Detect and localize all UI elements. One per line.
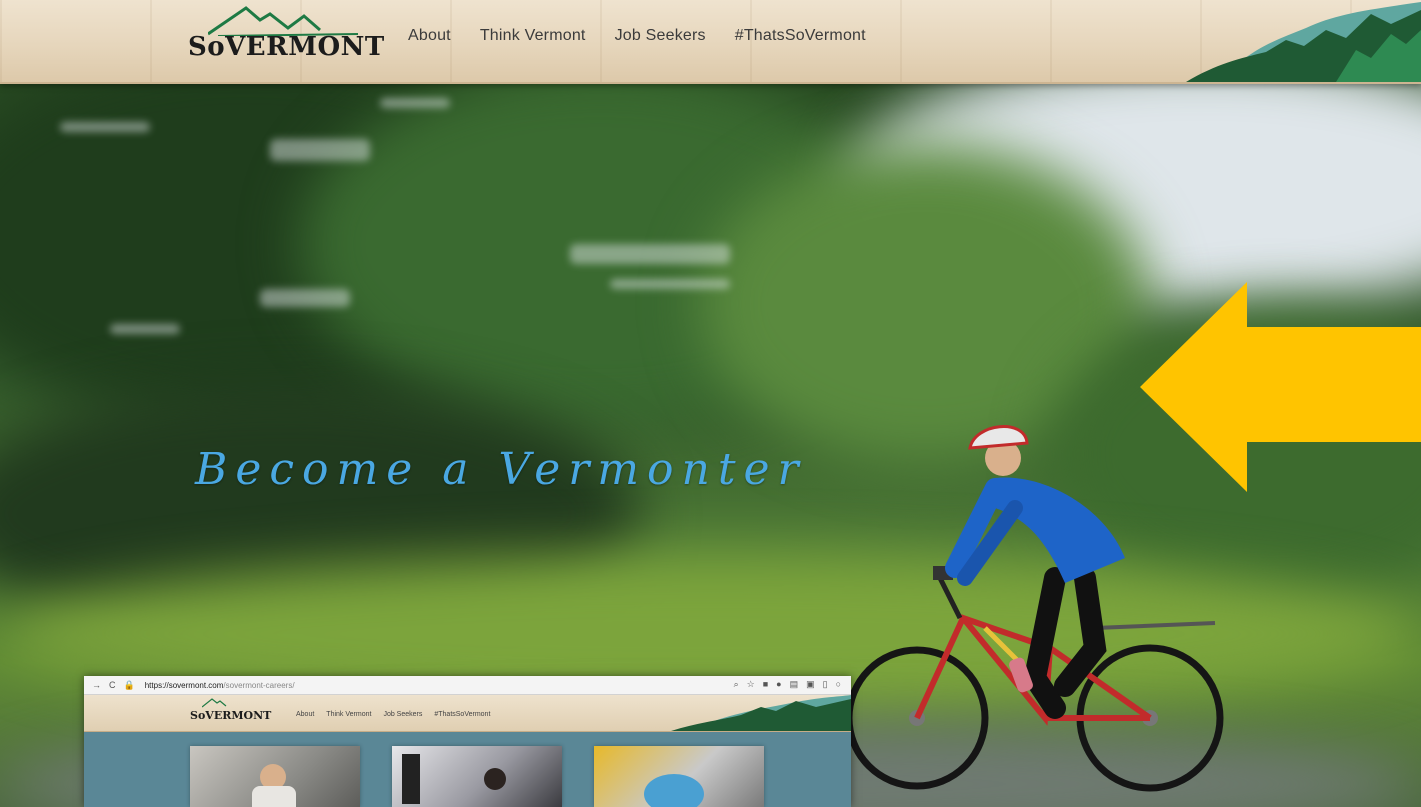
reload-icon[interactable]: C [109, 680, 116, 690]
nav-job-seekers[interactable]: Job Seekers [615, 27, 706, 45]
inset-nav: About Think Vermont Job Seekers #ThatsSo… [296, 711, 490, 718]
career-photo-office[interactable] [392, 746, 562, 807]
logo-text: SoVERMONT [188, 32, 385, 62]
browser-toolbar: → C 🔒 https://sovermont.com/sovermont-ca… [84, 676, 851, 695]
inset-nav-about[interactable]: About [296, 711, 314, 718]
inset-mountains-decoration [671, 695, 851, 731]
inset-logo-mountain-icon [202, 698, 227, 708]
inset-nav-thats-so-vermont[interactable]: #ThatsSoVermont [434, 711, 490, 718]
browser-tools: ⌕ ☆ ■ ● ▤ ▣ ▯ ○ [734, 679, 841, 690]
extension-icon[interactable]: ■ [763, 679, 768, 690]
hero-tagline: Become a Vermonter [195, 444, 807, 495]
star-icon[interactable]: ☆ [747, 679, 755, 690]
url-path: /sovermont-careers/ [223, 680, 295, 690]
cyclist-icon [845, 425, 1224, 792]
extension-icon[interactable]: ▯ [823, 679, 828, 690]
extension-icon[interactable]: ● [776, 679, 781, 690]
extension-icon[interactable]: ▤ [790, 679, 799, 690]
inset-nav-job-seekers[interactable]: Job Seekers [383, 711, 422, 718]
browser-screenshot-inset: → C 🔒 https://sovermont.com/sovermont-ca… [84, 676, 851, 807]
career-photo-lab[interactable] [190, 746, 360, 807]
header-mountains-decoration [1186, 2, 1421, 82]
main-nav: About Think Vermont Job Seekers #ThatsSo… [408, 27, 866, 45]
inset-logo-text[interactable]: SoVERMONT [190, 709, 271, 722]
career-photo-kitchen[interactable] [594, 746, 764, 807]
inset-nav-think-vermont[interactable]: Think Vermont [326, 711, 371, 718]
nav-think-vermont[interactable]: Think Vermont [480, 27, 586, 45]
url-host: https://sovermont.com [144, 680, 224, 690]
extension-icon[interactable]: ▣ [806, 679, 815, 690]
back-icon[interactable]: → [92, 680, 101, 690]
lock-icon: 🔒 [123, 679, 135, 690]
nav-about[interactable]: About [408, 27, 451, 45]
site-header: SoVERMONT About Think Vermont Job Seeker… [0, 0, 1421, 84]
address-bar[interactable]: https://sovermont.com/sovermont-careers/ [145, 681, 295, 690]
nav-thats-so-vermont[interactable]: #ThatsSoVermont [735, 27, 866, 45]
extension-icon[interactable]: ○ [836, 679, 841, 690]
zoom-icon[interactable]: ⌕ [734, 679, 739, 690]
sovermont-logo[interactable]: SoVERMONT [188, 4, 385, 64]
inset-site-header: SoVERMONT About Think Vermont Job Seeker… [84, 695, 851, 732]
